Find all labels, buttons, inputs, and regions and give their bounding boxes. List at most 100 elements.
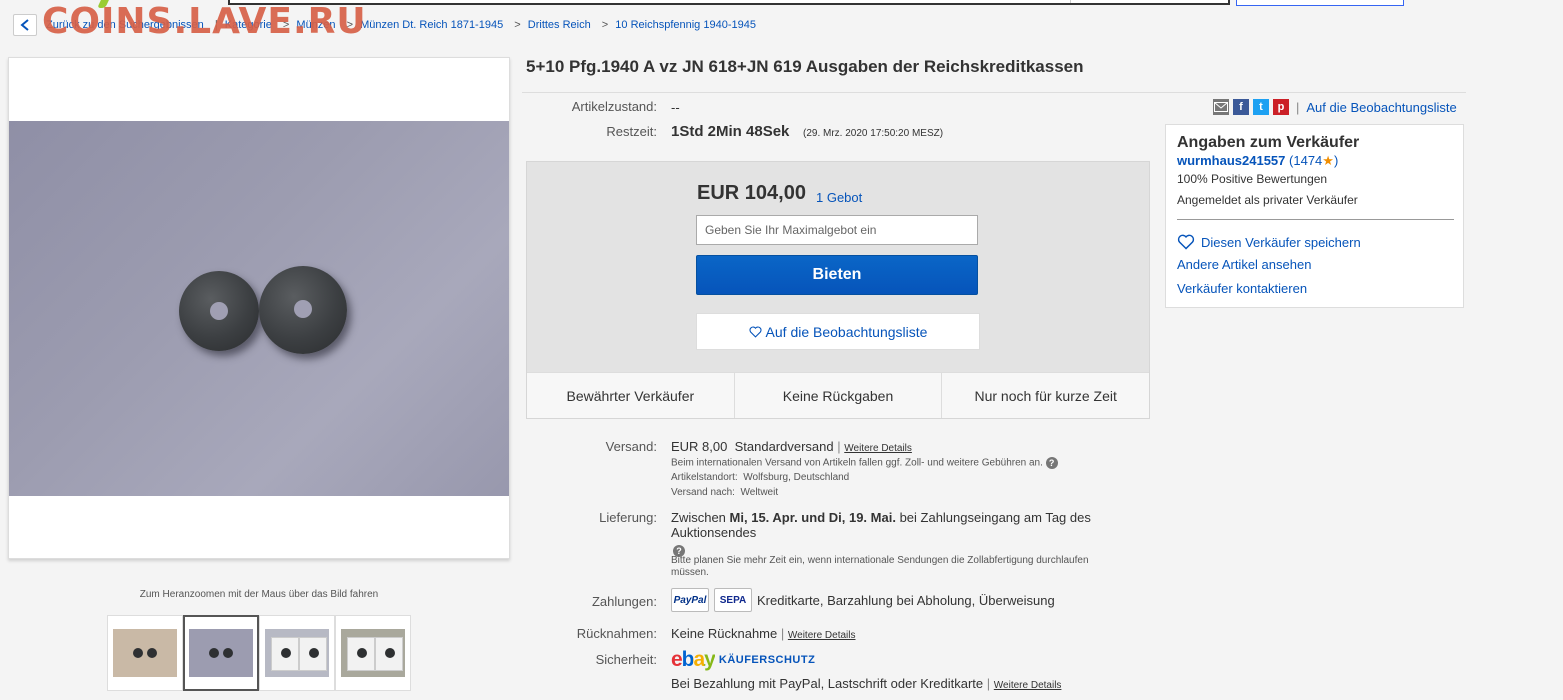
current-price: EUR 104,00 bbox=[697, 182, 806, 204]
delivery-range: Mi, 15. Apr. und Di, 19. Mai. bbox=[729, 510, 896, 525]
breadcrumb-item[interactable]: 10 Reichspfennig 1940-1945 bbox=[615, 19, 756, 31]
main-product-photo[interactable] bbox=[9, 121, 509, 496]
help-icon[interactable]: ? bbox=[1045, 457, 1058, 469]
condition-label: Artikelzustand: bbox=[571, 99, 657, 114]
email-icon[interactable] bbox=[1213, 99, 1229, 115]
delivery-estimate: Zwischen Mi, 15. Apr. und Di, 19. Mai. b… bbox=[671, 510, 1111, 540]
feedback-score-close: ) bbox=[1333, 153, 1339, 168]
payment-methods-text: Kreditkarte, Barzahlung bei Abholung, Üb… bbox=[757, 592, 1055, 608]
shipping-label: Versand: bbox=[605, 439, 657, 454]
protection-note-line: Bei Bezahlung mit PayPal, Lastschrift od… bbox=[671, 676, 1061, 691]
main-image-frame[interactable] bbox=[8, 57, 510, 559]
twitter-icon[interactable]: t bbox=[1253, 99, 1269, 115]
returns-details-link[interactable]: Weitere Details bbox=[788, 630, 856, 641]
returns-value: Keine Rücknahme bbox=[671, 626, 778, 641]
returns-line: Keine Rücknahme | Weitere Details bbox=[671, 626, 856, 641]
delivery-suffix-2: Auktionsendes bbox=[671, 525, 757, 540]
shipping-line: EUR 8,00 Standardversand | Weitere Detai… bbox=[671, 439, 912, 454]
contact-seller-link[interactable]: Verkäufer kontaktieren bbox=[1177, 281, 1307, 296]
chevron-left-icon bbox=[20, 19, 29, 31]
feature-strip: Bewährter Verkäufer Keine Rückgaben Nur … bbox=[527, 372, 1149, 418]
search-bar[interactable] bbox=[228, 0, 1230, 5]
ships-to-label: Versand nach: bbox=[671, 487, 735, 498]
thumbnail-4[interactable] bbox=[335, 615, 411, 691]
ships-to: Versand nach: Weltweit bbox=[671, 487, 778, 498]
sepa-logo: SEPA bbox=[714, 588, 752, 612]
watch-button-label: Auf die Beobachtungsliste bbox=[765, 323, 928, 340]
breadcrumb-item[interactable]: Münzen Dt. Reich 1871-1945 bbox=[360, 19, 503, 31]
security-details-link[interactable]: Weitere Details bbox=[994, 680, 1062, 691]
feature-trusted-seller: Bewährter Verkäufer bbox=[527, 373, 735, 418]
bid-button[interactable]: Bieten bbox=[696, 255, 978, 295]
watchlist-link[interactable]: Auf die Beobachtungsliste bbox=[1306, 100, 1456, 115]
intl-shipping-note: Beim internationalen Versand von Artikel… bbox=[671, 457, 1058, 469]
heart-icon bbox=[1177, 234, 1195, 250]
divider: | bbox=[837, 439, 841, 454]
feature-ending-soon: Nur noch für kurze Zeit bbox=[974, 387, 1117, 404]
save-seller-label: Diesen Verkäufer speichern bbox=[1201, 234, 1361, 250]
seller-name-link[interactable]: wurmhaus241557 bbox=[1177, 153, 1285, 168]
listing-title: 5+10 Pfg.1940 A vz JN 618+JN 619 Ausgabe… bbox=[526, 57, 1084, 76]
shipping-details-link[interactable]: Weitere Details bbox=[844, 443, 912, 454]
auction-end-time: (29. Mrz. 2020 17:50:20 MESZ) bbox=[803, 128, 944, 139]
feedback-score[interactable]: (1474 bbox=[1289, 153, 1322, 168]
private-seller-note: Angemeldet als privater Verkäufer bbox=[1177, 193, 1358, 207]
buyer-protection: ebay KÄUFERSCHUTZ bbox=[671, 648, 815, 672]
watermark: COINS.LAVE.RU bbox=[42, 1, 367, 42]
ships-to-value: Weltweit bbox=[740, 487, 779, 498]
divider: | bbox=[986, 676, 991, 691]
share-bar: f t p | Auf die Beobachtungsliste bbox=[1213, 99, 1457, 115]
facebook-icon[interactable]: f bbox=[1233, 99, 1249, 115]
other-items-link[interactable]: Andere Artikel ansehen bbox=[1177, 257, 1311, 272]
save-seller-link[interactable]: Diesen Verkäufer speichern bbox=[1177, 234, 1361, 250]
location-label: Artikelstandort: bbox=[671, 472, 738, 483]
thumbnail-2[interactable] bbox=[183, 615, 259, 691]
thumbnail-strip bbox=[107, 615, 411, 691]
ebay-logo: ebay bbox=[671, 648, 716, 671]
seller-heading: Angaben zum Verkäufer bbox=[1177, 134, 1360, 151]
bid-panel: EUR 104,00 1 Gebot Bieten Auf die Beobac… bbox=[526, 161, 1150, 419]
security-label: Sicherheit: bbox=[595, 652, 657, 667]
share-divider: | bbox=[1296, 99, 1300, 115]
breadcrumb-separator: > bbox=[601, 19, 609, 31]
thumbnail-3[interactable] bbox=[259, 615, 335, 691]
time-left-value: 1Std 2Min 48Sek bbox=[671, 123, 790, 140]
returns-label: Rücknahmen: bbox=[576, 626, 657, 641]
zoom-hint: Zum Heranzoomen mit der Maus über das Bi… bbox=[139, 589, 379, 600]
pinterest-icon[interactable]: p bbox=[1273, 99, 1289, 115]
customs-note: Bitte planen Sie mehr Zeit ein, wenn int… bbox=[671, 555, 1089, 578]
condition-value: -- bbox=[671, 100, 680, 115]
search-divider bbox=[1070, 0, 1071, 3]
seller-name-line: wurmhaus241557 (1474★) bbox=[1177, 153, 1338, 169]
thumbnail-1[interactable] bbox=[107, 615, 183, 691]
seller-divider bbox=[1177, 219, 1454, 220]
shipping-cost: EUR 8,00 bbox=[671, 439, 728, 454]
max-bid-input[interactable] bbox=[696, 215, 978, 245]
divider: | bbox=[780, 626, 785, 641]
search-button[interactable] bbox=[1236, 0, 1404, 6]
item-location: Artikelstandort: Wolfsburg, Deutschland bbox=[671, 472, 849, 483]
location-value: Wolfsburg, Deutschland bbox=[743, 472, 850, 483]
paypal-logo: PayPal bbox=[671, 588, 709, 612]
add-to-watchlist-button[interactable]: Auf die Beobachtungsliste bbox=[696, 313, 980, 350]
positive-feedback: 100% Positive Bewertungen bbox=[1177, 172, 1328, 186]
bid-count-link[interactable]: 1 Gebot bbox=[816, 190, 862, 205]
payments-label: Zahlungen: bbox=[591, 594, 657, 609]
payment-methods: PayPal SEPA Kreditkarte, Barzahlung bei … bbox=[671, 588, 1055, 612]
shipping-service: Standardversand bbox=[734, 439, 834, 454]
back-button[interactable] bbox=[13, 14, 37, 36]
star-icon: ★ bbox=[1322, 153, 1334, 168]
heart-icon bbox=[749, 325, 762, 338]
title-divider bbox=[522, 92, 1466, 93]
seller-info-box: Angaben zum Verkäufer wurmhaus241557 (14… bbox=[1165, 124, 1464, 308]
intl-shipping-text: Beim internationalen Versand von Artikel… bbox=[671, 457, 1043, 469]
delivery-prefix: Zwischen bbox=[671, 510, 726, 525]
time-left-label: Restzeit: bbox=[606, 124, 657, 139]
delivery-label: Lieferung: bbox=[599, 510, 657, 525]
coin-10-pfennig bbox=[259, 266, 347, 354]
breadcrumb-item[interactable]: Drittes Reich bbox=[528, 19, 591, 31]
delivery-suffix: bei Zahlungseingang am Tag des bbox=[899, 510, 1091, 525]
breadcrumb-separator: > bbox=[514, 19, 521, 31]
buyer-protection-label: KÄUFERSCHUTZ bbox=[718, 654, 816, 666]
feature-no-returns: Keine Rückgaben bbox=[735, 373, 943, 418]
